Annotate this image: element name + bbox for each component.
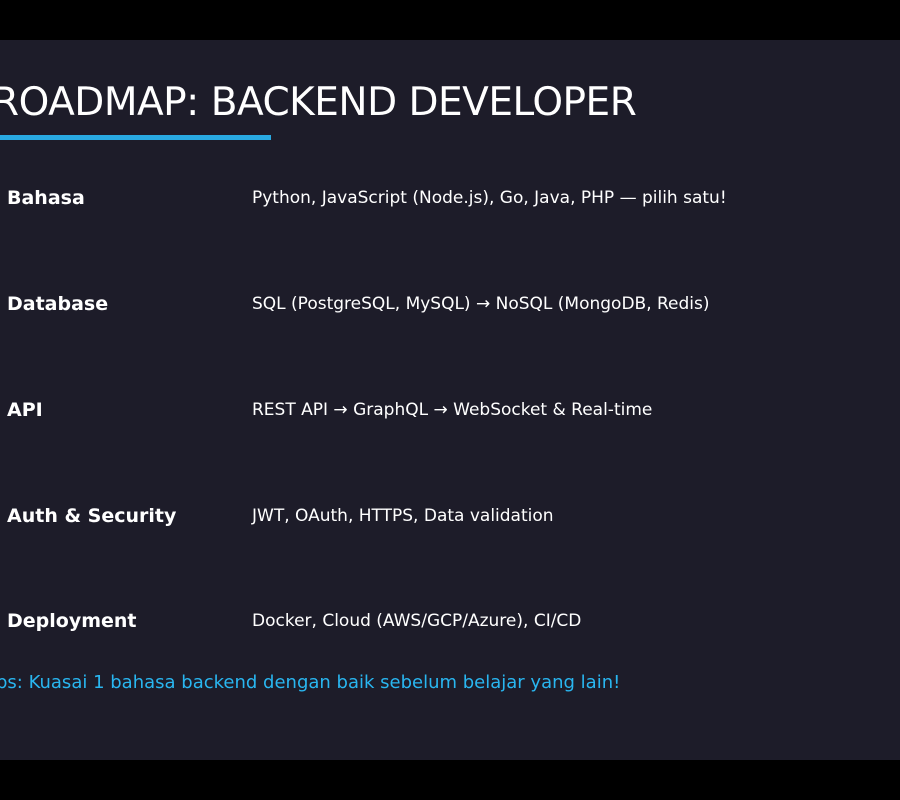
row-value: JWT, OAuth, HTTPS, Data validation bbox=[252, 506, 554, 526]
row-label: Deployment bbox=[7, 610, 137, 632]
slide-frame: ROADMAP: BACKEND DEVELOPER Bahasa Python… bbox=[0, 40, 900, 760]
row-label: API bbox=[7, 399, 43, 421]
row-value: SQL (PostgreSQL, MySQL) → NoSQL (MongoDB… bbox=[252, 294, 710, 314]
row-value: REST API → GraphQL → WebSocket & Real-ti… bbox=[252, 400, 653, 420]
row-value: Docker, Cloud (AWS/GCP/Azure), CI/CD bbox=[252, 611, 582, 631]
title-underline bbox=[0, 135, 271, 140]
row-label: Auth & Security bbox=[7, 505, 177, 527]
tip-text: ips: Kuasai 1 bahasa backend dengan baik… bbox=[0, 672, 621, 693]
row-label: Database bbox=[7, 293, 109, 315]
slide-title: ROADMAP: BACKEND DEVELOPER bbox=[0, 80, 637, 125]
row-label: Bahasa bbox=[7, 187, 85, 209]
row-value: Python, JavaScript (Node.js), Go, Java, … bbox=[252, 188, 727, 208]
